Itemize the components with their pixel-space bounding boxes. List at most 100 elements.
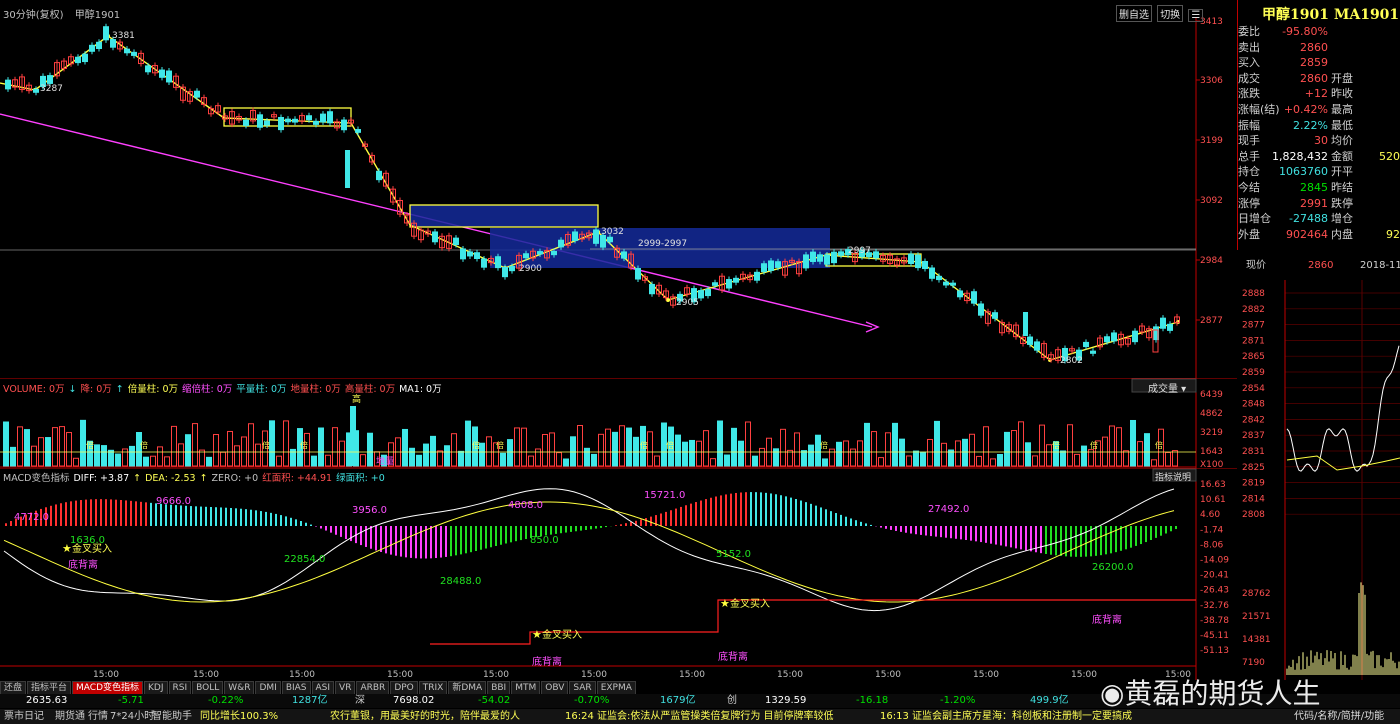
candle-body: [89, 44, 95, 52]
intraday-chart[interactable]: 2888 2882 2877 2871 2865 2859 2854 2848 2842 2837…: [1237, 280, 1400, 680]
tab-18[interactable]: SAR: [569, 681, 596, 695]
candle-body: [831, 251, 837, 264]
candle-body: [1090, 350, 1096, 354]
top-controls: 删自选 切换 ☰: [1114, 5, 1204, 22]
volume-bar: [80, 419, 86, 467]
macd-y-tick: -51.13: [1200, 646, 1229, 656]
status-item-247[interactable]: 7*24小时: [110, 709, 154, 724]
chart-title: 30分钟(复权) 甲醇1901: [3, 6, 128, 21]
tab-6[interactable]: W&R: [224, 681, 255, 695]
watermark-text: 黄磊的期货人生: [1124, 677, 1321, 710]
quote-key-2: 昨结: [1331, 181, 1353, 194]
candle-body: [278, 116, 284, 131]
tab-4[interactable]: RSI: [168, 681, 192, 695]
menu-icon[interactable]: ☰: [1188, 9, 1204, 22]
volume-bar: [115, 453, 121, 467]
candle-body: [922, 260, 928, 270]
tab-0[interactable]: 还盘: [0, 681, 27, 695]
indicator-help-button[interactable]: 指标说明: [1155, 470, 1191, 483]
tab-11[interactable]: ARBR: [356, 681, 390, 695]
tab-19[interactable]: EXPMA: [596, 681, 636, 695]
remove-favorite-button[interactable]: 删自选: [1116, 5, 1152, 22]
volume-bar: [94, 444, 100, 467]
x-time-label: 15:00: [1071, 670, 1097, 680]
candle-body: [992, 312, 998, 319]
intraday-y-tick: 2888: [1242, 289, 1265, 299]
tab-12[interactable]: DPO: [390, 681, 418, 695]
volume-double-marker: 倍: [496, 440, 504, 450]
tab-14[interactable]: 新DMA: [448, 681, 487, 695]
tab-5[interactable]: BOLL: [192, 681, 224, 695]
macd-area-label: 28488.0: [440, 576, 481, 587]
tab-1[interactable]: 指标平台: [27, 681, 72, 695]
volume-bar: [801, 450, 807, 467]
sh-index-value: 2635.63: [26, 695, 68, 706]
tab-3[interactable]: KDJ: [144, 681, 168, 695]
sz-index-value: 7698.02: [393, 695, 435, 706]
tab-16[interactable]: MTM: [511, 681, 541, 695]
status-item-futures[interactable]: 期货通: [55, 709, 85, 724]
candle-body: [810, 251, 816, 262]
legend-item: VOLUME: 0万: [3, 384, 65, 395]
candle-body: [341, 119, 347, 131]
price-annotation: 3381: [112, 31, 135, 41]
volume-double-marker: 倍: [820, 440, 828, 450]
golden-cross-label: 金叉买入: [72, 542, 112, 555]
legend-item: 地量柱: 0万: [290, 384, 341, 395]
macd-area-label: 4772.0: [14, 512, 49, 523]
x-time-label: 15:00: [679, 670, 705, 680]
news-ticker-3[interactable]: 16:24 证监会:依法从严监管操类倍复牌行为 目前停牌率较低: [565, 709, 834, 724]
news-ticker-1[interactable]: 同比增长100.3%: [200, 709, 278, 724]
status-item-assistant[interactable]: 智能助手: [152, 709, 192, 724]
macd-area-label: 27492.0: [928, 504, 969, 515]
volume-bar: [626, 427, 632, 467]
news-ticker-2[interactable]: 农行董银，用最美好的时光，陪伴最爱的人: [330, 709, 520, 724]
quote-key-2: 昨收: [1331, 87, 1353, 101]
macd-chart[interactable]: 16.63 10.61 4.60 -1.74 -8.06 -14.09 -20.41 -26.…: [0, 468, 1237, 680]
status-item-diary[interactable]: 票市日记: [4, 709, 44, 724]
candle-body: [838, 251, 844, 256]
tab-15[interactable]: BBI: [487, 681, 511, 695]
candle-body: [320, 113, 326, 123]
candle-body: [943, 281, 949, 286]
quote-key-2: 内盘: [1331, 227, 1353, 241]
bottom-divergence-label: 底背离: [718, 650, 748, 663]
tab-13[interactable]: TRIX: [418, 681, 448, 695]
candle-body: [194, 90, 200, 98]
candle-body: [257, 114, 263, 128]
quote-value: 1,828,432: [1272, 149, 1328, 163]
quote-key-2: 最高: [1331, 103, 1353, 116]
volume-double-marker: 倍: [86, 440, 94, 450]
price-date: 2018-11-0: [1360, 260, 1400, 271]
candle-body: [159, 69, 165, 78]
switch-button[interactable]: 切换: [1157, 5, 1184, 22]
volume-bar: [584, 447, 590, 467]
candle-body: [621, 251, 627, 259]
status-item-quotes[interactable]: 行情: [88, 709, 108, 724]
price-annotation: 3032: [601, 227, 624, 237]
volume-bar: [591, 453, 597, 467]
x-time-label: 15:00: [777, 670, 803, 680]
tab-2[interactable]: MACD变色指标: [72, 681, 144, 695]
tab-7[interactable]: DMI: [255, 681, 281, 695]
news-ticker-4[interactable]: 16:13 证监会副主席方星海：科创板和注册制一定要搞成: [880, 709, 1132, 724]
intraday-y-tick: 2871: [1242, 336, 1265, 346]
volume-bar: [822, 458, 828, 467]
quote-value: +0.42%: [1283, 103, 1328, 116]
volume-double-marker: 倍: [262, 440, 270, 450]
quote-key-2: 增仓: [1331, 212, 1353, 226]
volume-selector[interactable]: 成交量 ▾: [1148, 380, 1186, 395]
candle-body: [502, 266, 508, 278]
tab-10[interactable]: VR: [335, 681, 356, 695]
candlestick-chart[interactable]: 3413 3306 3199 3092 2984 2877 3381 3287 2900 303…: [0, 0, 1237, 395]
volume-bar: [444, 445, 450, 467]
tab-17[interactable]: OBV: [541, 681, 569, 695]
tab-9[interactable]: ASI: [311, 681, 335, 695]
legend-item: 绿面积: +0: [336, 473, 385, 484]
price-annotation: 2802: [1060, 356, 1083, 366]
candle-body: [124, 48, 130, 54]
sh-index-amount: 1287亿: [292, 695, 328, 706]
volume-bar: [430, 435, 436, 467]
tab-8[interactable]: BIAS: [281, 681, 311, 695]
symbol-label: 甲醇1901: [74, 10, 121, 21]
